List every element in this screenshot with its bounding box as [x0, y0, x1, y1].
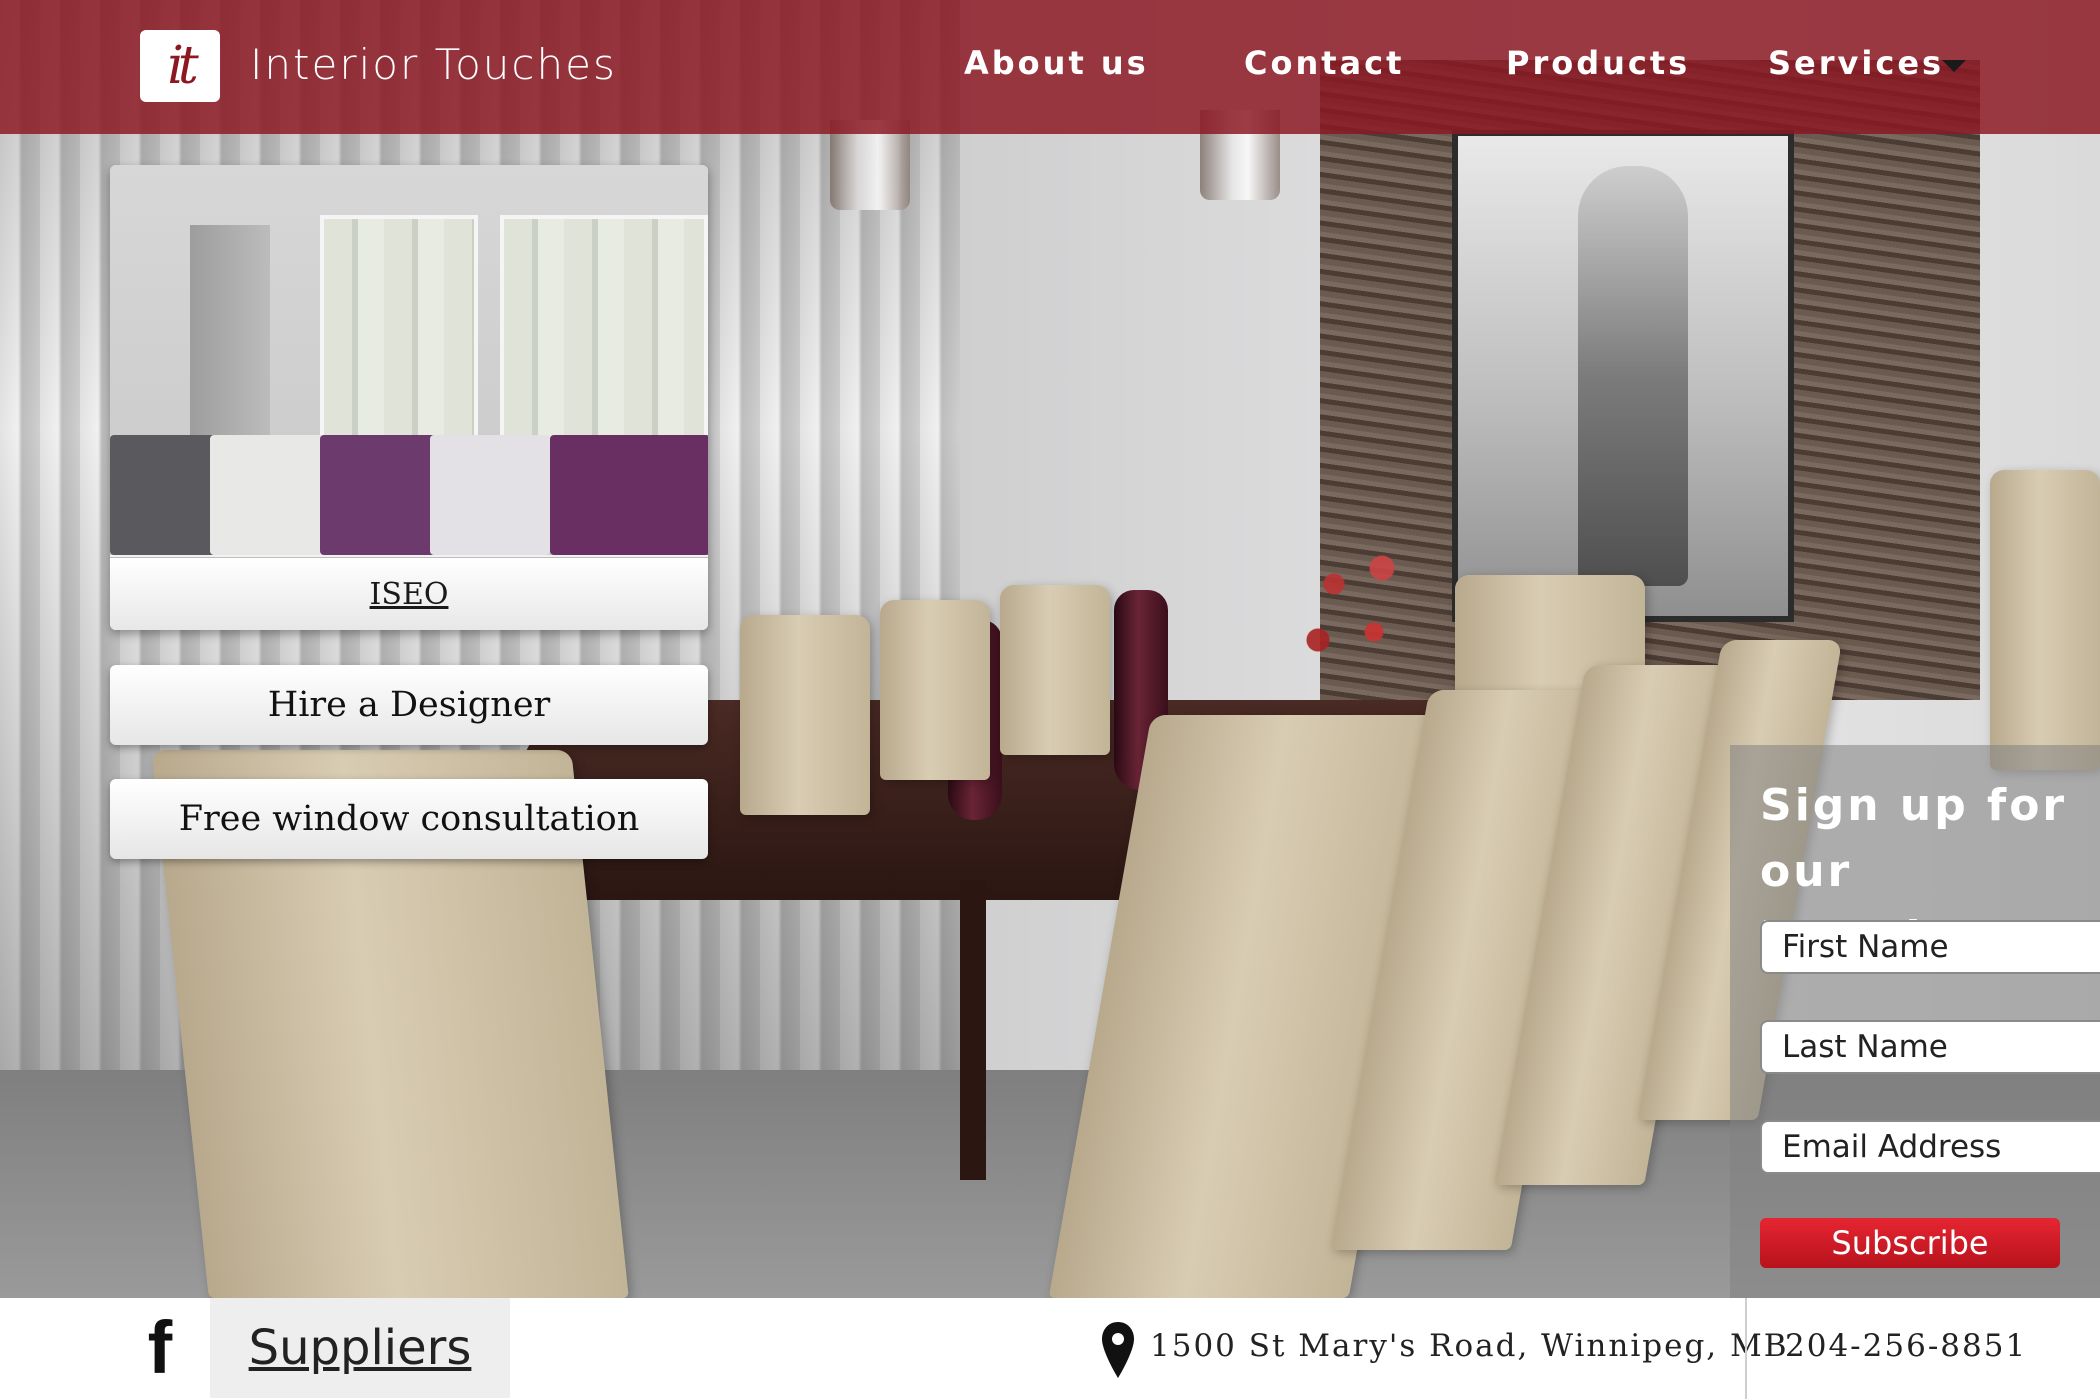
- sofa-section: [550, 435, 708, 555]
- table-leg: [960, 880, 986, 1180]
- window-consultation-button[interactable]: Free window consultation: [110, 779, 708, 859]
- first-name-field[interactable]: [1760, 920, 2100, 974]
- chair: [880, 600, 990, 780]
- subscribe-button[interactable]: Subscribe: [1760, 1218, 2060, 1268]
- nav-about-us[interactable]: About us: [964, 44, 1149, 82]
- brand-name[interactable]: Interior Touches: [250, 40, 617, 89]
- nav-products[interactable]: Products: [1506, 44, 1690, 82]
- suppliers-link[interactable]: Suppliers: [210, 1298, 510, 1398]
- suppliers-label: Suppliers: [248, 1320, 472, 1376]
- store-address: 1500 St Mary's Road, Winnipeg, MB: [1150, 1328, 1789, 1364]
- email-field[interactable]: [1760, 1120, 2100, 1174]
- site-footer: f Suppliers 1500 St Mary's Road, Winnipe…: [0, 1298, 2100, 1399]
- facebook-icon: f: [147, 1306, 173, 1389]
- featured-product-image: [110, 165, 708, 555]
- sofa-section: [320, 435, 440, 555]
- site-logo[interactable]: it: [140, 30, 220, 102]
- sofa-section: [210, 435, 330, 555]
- map-pin-icon: [1102, 1322, 1134, 1378]
- newsletter-signup: Sign up for our Newsletter Subscribe: [1730, 745, 2100, 1298]
- iseo-label: ISEO: [369, 577, 449, 612]
- footer-divider: [1745, 1298, 1747, 1399]
- logo-mark: it: [167, 36, 198, 96]
- hire-designer-button[interactable]: Hire a Designer: [110, 665, 708, 745]
- flowers: [1270, 520, 1430, 680]
- facebook-link[interactable]: f: [110, 1298, 210, 1398]
- wall-art: [1452, 130, 1794, 622]
- iseo-link[interactable]: ISEO: [110, 557, 708, 630]
- nav-contact[interactable]: Contact: [1244, 44, 1404, 82]
- nav-services[interactable]: Services: [1768, 44, 1944, 82]
- art-figure: [1578, 166, 1688, 586]
- sofa-section: [430, 435, 550, 555]
- chair: [1000, 585, 1110, 755]
- caret-down-icon[interactable]: [1942, 60, 1966, 72]
- phone-number[interactable]: 204-256-8851: [1785, 1328, 2027, 1364]
- site-header: it Interior Touches About us Contact Pro…: [0, 0, 2100, 134]
- featured-product-card[interactable]: ISEO: [110, 165, 708, 630]
- sofa-section: [110, 435, 220, 555]
- chair: [740, 615, 870, 815]
- chair: [1990, 470, 2100, 770]
- last-name-field[interactable]: [1760, 1020, 2100, 1074]
